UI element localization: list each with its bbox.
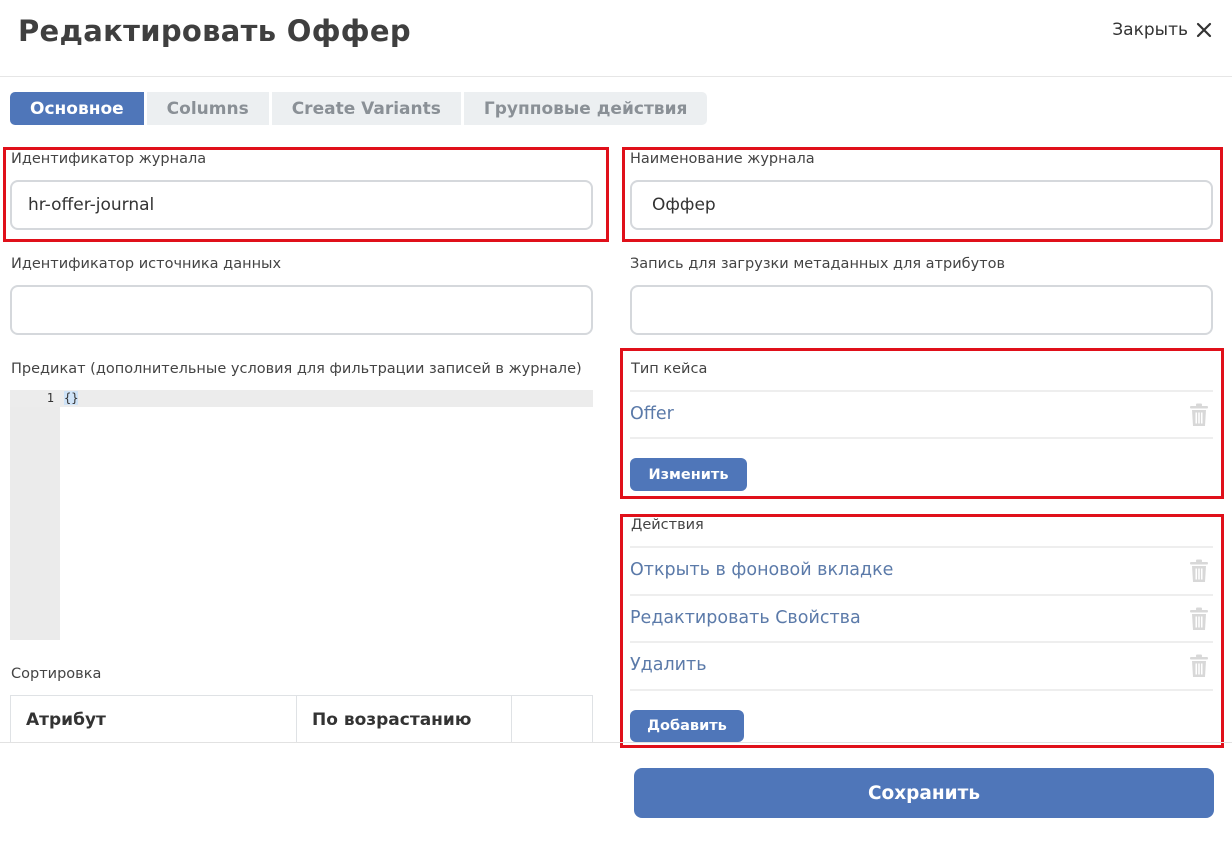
tab-group-actions[interactable]: Групповые действия — [463, 92, 708, 125]
change-case-type-button[interactable]: Изменить — [630, 458, 747, 491]
header-divider — [0, 76, 1232, 77]
close-button[interactable]: Закрыть — [1112, 20, 1212, 40]
action-item[interactable]: Удалить — [630, 655, 707, 675]
column-header-actions — [512, 696, 592, 743]
actions-divider — [630, 546, 1213, 548]
editor-gutter — [10, 390, 60, 640]
tab-create-variants[interactable]: Create Variants — [271, 92, 461, 125]
line-number: 1 — [46, 391, 54, 405]
case-type-divider — [630, 437, 1213, 439]
case-type-divider — [630, 390, 1213, 392]
predicate-label: Предикат (дополнительные условия для фил… — [11, 361, 582, 377]
tab-bar: Основное Columns Create Variants Группов… — [10, 92, 708, 125]
trash-icon[interactable] — [1189, 559, 1209, 583]
editor-active-line — [10, 390, 593, 407]
column-header-ascending: По возрастанию — [297, 696, 512, 743]
metadata-record-label: Запись для загрузки метаданных для атриб… — [630, 256, 1006, 272]
predicate-code-editor[interactable]: 1 {} — [10, 390, 593, 640]
code-content: {} — [64, 391, 79, 405]
column-header-attribute: Атрибут — [11, 696, 297, 743]
footer-divider — [0, 742, 1232, 743]
actions-divider — [630, 594, 1213, 596]
actions-divider — [630, 641, 1213, 643]
case-type-label: Тип кейса — [631, 361, 708, 377]
actions-divider — [630, 689, 1213, 691]
actions-label: Действия — [631, 517, 704, 533]
action-item[interactable]: Редактировать Свойства — [630, 608, 861, 628]
journal-id-label: Идентификатор журнала — [11, 151, 207, 167]
trash-icon[interactable] — [1189, 654, 1209, 678]
close-icon — [1196, 22, 1212, 38]
trash-icon[interactable] — [1189, 403, 1209, 427]
tab-main[interactable]: Основное — [10, 92, 144, 125]
action-item[interactable]: Открыть в фоновой вкладке — [630, 560, 893, 580]
sorting-table-header: Атрибут По возрастанию — [10, 695, 593, 743]
tab-columns[interactable]: Columns — [146, 92, 269, 125]
metadata-record-input[interactable] — [630, 285, 1213, 335]
case-type-item[interactable]: Offer — [630, 404, 674, 424]
add-action-button[interactable]: Добавить — [630, 710, 744, 742]
save-button[interactable]: Сохранить — [634, 768, 1214, 818]
journal-id-input[interactable] — [10, 180, 593, 230]
trash-icon[interactable] — [1189, 607, 1209, 631]
close-label: Закрыть — [1112, 20, 1188, 40]
modal-title: Редактировать Оффер — [18, 14, 411, 48]
code-line[interactable]: {} — [64, 391, 79, 405]
source-id-label: Идентификатор источника данных — [11, 256, 282, 272]
source-id-input[interactable] — [10, 285, 593, 335]
sorting-label: Сортировка — [11, 666, 102, 682]
journal-name-label: Наименование журнала — [630, 151, 815, 167]
journal-name-input[interactable] — [630, 180, 1213, 230]
